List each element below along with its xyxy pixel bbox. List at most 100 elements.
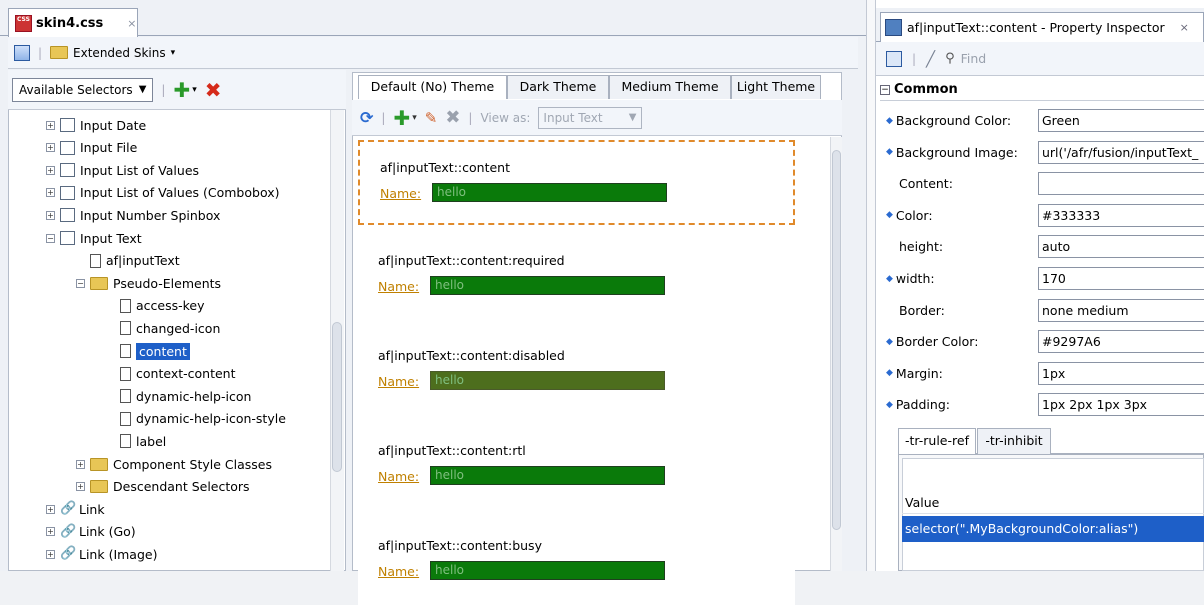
property-value-field[interactable]: Green <box>1038 109 1204 132</box>
property-value-field[interactable] <box>1038 172 1204 196</box>
document-icon <box>120 344 131 358</box>
property-label: ◆ width: <box>886 271 1036 286</box>
property-value-field[interactable]: url('/afr/fusion/inputText_ <box>1038 140 1204 164</box>
expander-icon[interactable]: − <box>46 233 55 243</box>
close-tab-icon[interactable]: × <box>1180 21 1189 34</box>
name-input-preview[interactable]: hello <box>432 183 667 202</box>
expander-icon[interactable]: + <box>46 120 55 130</box>
tree-item[interactable]: access-key <box>106 295 205 317</box>
tree-item[interactable]: + Component Style Classes <box>76 453 272 475</box>
rule-preview-card[interactable]: af|inputText::content:disabled Name: hello <box>358 330 795 415</box>
expander-icon[interactable]: + <box>76 459 85 469</box>
property-value-field[interactable]: 1px 2px 1px 3px <box>1038 393 1204 417</box>
tree-item[interactable]: + 🔗 Link <box>46 498 105 520</box>
tree-item[interactable]: + Input List of Values (Combobox) <box>46 182 279 204</box>
tree-item[interactable]: − Input Text <box>46 227 142 249</box>
delete-selector-icon[interactable]: ✖ <box>205 80 222 100</box>
tree-item[interactable]: changed-icon <box>106 317 220 339</box>
preview-toolbar: ⟳ | ✚ ▾ ✎ ✖ | View as: Input Text ▼ <box>352 100 842 136</box>
refresh-icon[interactable]: ⟳ <box>360 108 373 127</box>
tab-theme[interactable]: Default (No) Theme <box>358 75 507 99</box>
delete-rule-icon[interactable]: ✖ <box>445 107 460 128</box>
rule-preview-card[interactable]: af|inputText::content:required Name: hello <box>358 235 795 320</box>
property-label: ◆ Background Image: <box>886 145 1036 160</box>
property-label-text: Content: <box>899 176 953 192</box>
tree-item[interactable]: af|inputText <box>76 250 180 272</box>
folder-icon <box>50 46 69 59</box>
preview-scroll-thumb[interactable] <box>832 150 841 530</box>
rule-preview-card[interactable]: af|inputText::content Name: hello <box>358 140 795 225</box>
expander-icon[interactable]: + <box>76 482 85 492</box>
tree-item[interactable]: + 🔗 Link (Image) <box>46 543 157 565</box>
selectors-scroll-thumb[interactable] <box>332 322 342 472</box>
tab-skin4-css[interactable]: CSS skin4.css × <box>8 8 138 37</box>
tree-item-label: dynamic-help-icon <box>136 388 252 404</box>
expander-icon[interactable]: + <box>46 549 55 559</box>
tab-tr-rule-ref[interactable]: -tr-rule-ref <box>898 428 976 454</box>
document-icon <box>120 434 131 449</box>
chevron-down-icon[interactable]: ▾ <box>412 113 417 123</box>
name-input-preview[interactable]: hello <box>430 371 665 390</box>
tree-item[interactable]: label <box>106 430 166 452</box>
rule-preview-card[interactable]: af|inputText::content:rtl Name: hello <box>358 425 795 510</box>
property-label-text: width: <box>895 271 935 286</box>
tree-item[interactable]: + 🔗 Link (Go) <box>46 521 136 543</box>
section-common[interactable]: − Common <box>880 79 1204 101</box>
tree-item[interactable]: + Input List of Values <box>46 159 199 181</box>
search-icon: ⚲ <box>945 51 955 66</box>
property-row: height: auto <box>886 231 1204 262</box>
property-value-field[interactable]: none medium <box>1038 298 1204 322</box>
property-value-field[interactable]: #333333 <box>1038 203 1204 227</box>
tree-item[interactable]: dynamic-help-icon <box>106 385 251 407</box>
select-node-icon[interactable] <box>886 50 902 67</box>
property-label-text: Background Image: <box>895 144 1018 160</box>
inspector-title: af|inputText::content - Property Inspect… <box>907 20 1165 35</box>
tree-item[interactable]: content <box>106 340 190 362</box>
property-value-field[interactable]: auto <box>1038 235 1204 259</box>
expander-icon[interactable]: + <box>46 527 55 537</box>
add-rule-icon[interactable]: ✚ <box>393 108 410 128</box>
name-input-preview[interactable]: hello <box>430 466 665 485</box>
tree-item[interactable]: − Pseudo-Elements <box>76 272 221 294</box>
panel-splitter[interactable] <box>866 0 876 571</box>
toolbar-divider: | <box>912 51 917 66</box>
tree-item[interactable]: context-content <box>106 363 235 385</box>
find-field[interactable]: ⚲ Find <box>945 48 1125 70</box>
tab-theme[interactable]: Medium Theme <box>609 75 731 99</box>
expander-icon[interactable]: + <box>46 504 55 514</box>
available-selectors-combo[interactable]: Available Selectors ▼ <box>12 77 154 102</box>
tab-property-inspector[interactable]: af|inputText::content - Property Inspect… <box>880 12 1204 42</box>
tab-theme[interactable]: Dark Theme <box>507 75 609 99</box>
rule-preview-card[interactable]: af|inputText::content:busy Name: hello <box>358 520 795 605</box>
tree-item[interactable]: dynamic-help-icon-style <box>106 408 286 430</box>
chevron-down-icon[interactable]: ▾ <box>192 85 197 95</box>
edit-icon[interactable]: ╱ <box>926 50 935 68</box>
expander-icon[interactable]: + <box>46 210 55 220</box>
tab-tr-inhibit[interactable]: -tr-inhibit <box>977 428 1051 454</box>
property-value-field[interactable]: #9297A6 <box>1038 330 1204 354</box>
tree-item[interactable]: + Input Number Spinbox <box>46 204 220 226</box>
panel-toggle-icon[interactable] <box>14 44 30 61</box>
expander-icon[interactable]: − <box>76 278 85 288</box>
tree-item[interactable]: + Input Date <box>46 114 146 136</box>
tree-item[interactable]: + Descendant Selectors <box>76 476 250 498</box>
close-tab-icon[interactable]: × <box>127 17 136 30</box>
extended-skins-label: Extended Skins <box>73 45 166 60</box>
add-selector-icon[interactable]: ✚ <box>173 80 190 100</box>
property-value-field[interactable]: 1px <box>1038 361 1204 385</box>
selected-value-row[interactable]: selector(".MyBackgroundColor:alias") <box>902 516 1204 542</box>
tree-item[interactable]: + Input File <box>46 137 137 159</box>
expander-icon[interactable]: + <box>46 143 55 153</box>
property-label-text: Padding: <box>895 397 950 413</box>
expander-icon[interactable]: + <box>46 165 55 175</box>
tree-item-label: Input List of Values (Combobox) <box>80 185 280 201</box>
collapse-icon[interactable]: − <box>880 84 890 95</box>
edit-pencil-icon[interactable]: ✎ <box>425 109 438 127</box>
extended-skins-menu[interactable]: Extended Skins ▾ <box>50 46 175 60</box>
name-input-preview[interactable]: hello <box>430 276 665 295</box>
expander-icon[interactable]: + <box>46 188 55 198</box>
name-label: Name: <box>380 186 422 201</box>
tab-theme[interactable]: Light Theme <box>731 75 821 99</box>
view-as-combo[interactable]: Input Text ▼ <box>538 106 643 129</box>
property-value-field[interactable]: 170 <box>1038 267 1204 290</box>
